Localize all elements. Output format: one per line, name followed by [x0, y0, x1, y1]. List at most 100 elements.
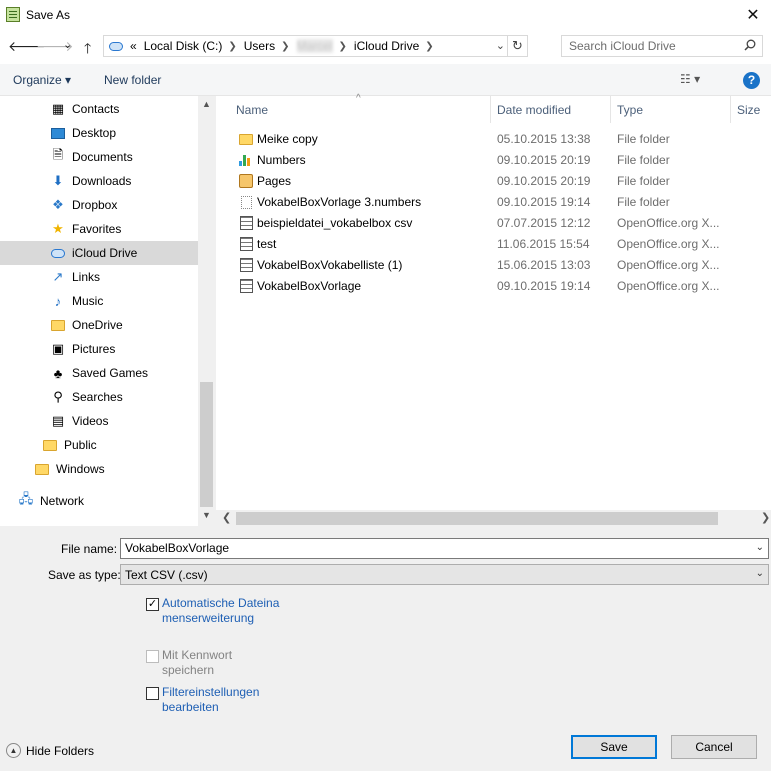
file-row[interactable]: VokabelBoxVorlage 09.10.2015 19:14 OpenO… — [216, 275, 756, 296]
file-list: ^ Name Date modified Type Size Meike cop… — [216, 93, 771, 526]
window-title: Save As — [26, 8, 71, 22]
sidebar-item-label: Contacts — [72, 102, 120, 116]
new-folder-button[interactable]: New folder — [104, 73, 161, 87]
organize-button[interactable]: Organize ▾ — [13, 73, 71, 87]
sidebar-item-contacts[interactable]: ▦ Contacts — [0, 97, 198, 121]
checkbox-icon — [146, 650, 159, 663]
column-divider[interactable] — [730, 96, 731, 123]
search-icon[interactable] — [744, 39, 756, 51]
column-divider[interactable] — [490, 96, 491, 123]
search-input[interactable] — [569, 39, 739, 53]
scrollbar-thumb[interactable] — [200, 382, 213, 507]
horizontal-scrollbar[interactable]: ❮ ❯ — [216, 510, 771, 527]
sidebar-item-documents[interactable]: 🗎 Documents — [0, 145, 198, 169]
column-header-type[interactable]: Type — [617, 103, 643, 117]
breadcrumb-local-disk[interactable]: Local Disk (C:) — [144, 39, 223, 53]
cancel-button[interactable]: Cancel — [671, 735, 757, 759]
save-button[interactable]: Save — [571, 735, 657, 759]
file-row[interactable]: Pages 09.10.2015 20:19 File folder — [216, 170, 756, 191]
save-as-type-select[interactable]: Text CSV (.csv) ⌄ — [120, 564, 769, 585]
checkbox-checked-icon[interactable]: ✓ — [146, 598, 159, 611]
sidebar-item-icloud-drive[interactable]: iCloud Drive — [0, 241, 198, 265]
file-row[interactable]: VokabelBoxVokabelliste (1) 15.06.2015 13… — [216, 254, 756, 275]
chevron-right-icon[interactable]: ❯ — [425, 41, 433, 52]
sidebar-item-public[interactable]: Public — [0, 433, 198, 457]
sidebar-item-label: Videos — [72, 414, 109, 428]
address-row: 🡐 🡒 ⌄ 🡑 « Local Disk (C:) ❯ Users ❯ Marc… — [0, 30, 771, 64]
numbers-app-icon — [6, 7, 20, 22]
up-arrow-icon[interactable]: 🡑 — [84, 38, 91, 62]
sidebar-item-label: Music — [72, 294, 104, 308]
chevron-right-icon[interactable]: ❯ — [339, 41, 347, 52]
search-box[interactable] — [561, 35, 763, 57]
breadcrumb-icloud-drive[interactable]: iCloud Drive — [354, 39, 419, 53]
view-options-button[interactable]: ☷ ▾ — [680, 72, 700, 86]
chevron-right-icon[interactable]: ❯ — [228, 41, 236, 52]
sidebar-item-videos[interactable]: ▤ Videos — [0, 409, 198, 433]
sidebar-item-searches[interactable]: ⚲ Searches — [0, 385, 198, 409]
file-name-input[interactable] — [125, 541, 745, 555]
scroll-down-icon[interactable]: ▼ — [202, 510, 211, 520]
scroll-up-icon[interactable]: ▲ — [202, 99, 211, 109]
chevron-right-icon[interactable]: ❯ — [281, 41, 289, 52]
hide-folders-button[interactable]: ▲ Hide Folders — [6, 743, 94, 758]
file-row[interactable]: test 11.06.2015 15:54 OpenOffice.org X..… — [216, 233, 756, 254]
file-type: File folder — [617, 132, 670, 146]
sidebar-item-label: Network — [40, 494, 85, 508]
option-label[interactable]: Automatische Dateinamenserweiterung — [162, 596, 284, 626]
sidebar-item-onedrive[interactable]: OneDrive — [0, 313, 198, 337]
scrollbar-thumb[interactable] — [236, 512, 718, 525]
sidebar-item-music[interactable]: ♪ Music — [0, 289, 198, 313]
close-button[interactable]: ✕ — [735, 0, 771, 30]
hide-folders-label[interactable]: Hide Folders — [26, 744, 94, 758]
column-header-size[interactable]: Size — [737, 103, 760, 117]
help-icon[interactable]: ? — [743, 72, 760, 89]
column-divider[interactable] — [610, 96, 611, 123]
option-automatic-extension[interactable]: ✓ Automatische Dateinamenserweiterung — [146, 596, 284, 626]
file-row[interactable]: Meike copy 05.10.2015 13:38 File folder — [216, 128, 756, 149]
scroll-right-icon[interactable]: ❯ — [761, 511, 770, 524]
chevron-down-icon[interactable]: ⌄ — [756, 542, 764, 553]
breadcrumb-users[interactable]: Users — [244, 39, 275, 53]
file-name: Numbers — [257, 153, 306, 167]
checkbox-icon[interactable] — [146, 687, 159, 700]
sidebar-item-label: OneDrive — [72, 318, 123, 332]
sidebar-item-label: Pictures — [72, 342, 116, 356]
sidebar-item-downloads[interactable]: ⬇ Downloads — [0, 169, 198, 193]
option-label[interactable]: Filtereinstellungen bearbeiten — [162, 685, 284, 715]
sidebar-item-saved-games[interactable]: ♣ Saved Games — [0, 361, 198, 385]
chevron-up-icon[interactable]: ▲ — [6, 743, 21, 758]
music-note-icon: ♪ — [54, 293, 62, 309]
address-dropdown-icon[interactable]: ⌄ — [496, 39, 505, 52]
chevron-down-icon[interactable]: ⌄ — [756, 568, 764, 579]
sidebar-item-network[interactable]: 🖧 Network — [0, 489, 198, 513]
sidebar-item-links[interactable]: ↗ Links — [0, 265, 198, 289]
sidebar-item-pictures[interactable]: ▣ Pictures — [0, 337, 198, 361]
recent-locations-chevron-icon[interactable]: ⌄ — [63, 38, 72, 51]
spreadsheet-icon — [238, 215, 254, 231]
sidebar-item-desktop[interactable]: Desktop — [0, 121, 198, 145]
file-row[interactable]: Numbers 09.10.2015 20:19 File folder — [216, 149, 756, 170]
sidebar-item-dropbox[interactable]: ❖ Dropbox — [0, 193, 198, 217]
file-name-combo[interactable]: ⌄ — [120, 538, 769, 559]
file-row[interactable]: VokabelBoxVorlage 3.numbers 09.10.2015 1… — [216, 191, 756, 212]
scroll-left-icon[interactable]: ❮ — [222, 511, 231, 524]
breadcrumb-overflow[interactable]: « — [130, 39, 137, 53]
numbers-icon — [238, 152, 254, 168]
sidebar-item-windows[interactable]: Windows — [0, 457, 198, 481]
sidebar-item-favorites[interactable]: ★ Favorites — [0, 217, 198, 241]
videos-icon: ▤ — [51, 413, 65, 428]
icloud-icon — [109, 41, 123, 51]
refresh-icon[interactable]: ↻ — [507, 36, 527, 56]
option-filter-settings[interactable]: Filtereinstellungen bearbeiten — [146, 685, 284, 715]
file-row[interactable]: beispieldatei_vokabelbox csv 07.07.2015 … — [216, 212, 756, 233]
column-header-date-modified[interactable]: Date modified — [497, 103, 571, 117]
navigation-scrollbar[interactable]: ▲ ▼ — [198, 96, 216, 526]
address-bar[interactable]: « Local Disk (C:) ❯ Users ❯ Marcel ❯ iCl… — [103, 35, 528, 57]
sidebar-item-label: Favorites — [72, 222, 122, 236]
file-type: File folder — [617, 195, 670, 209]
file-name: VokabelBoxVorlage 3.numbers — [257, 195, 422, 209]
column-header-name[interactable]: Name — [236, 103, 268, 117]
links-icon: ↗ — [52, 269, 64, 284]
breadcrumb-user[interactable]: Marcel — [296, 39, 333, 53]
